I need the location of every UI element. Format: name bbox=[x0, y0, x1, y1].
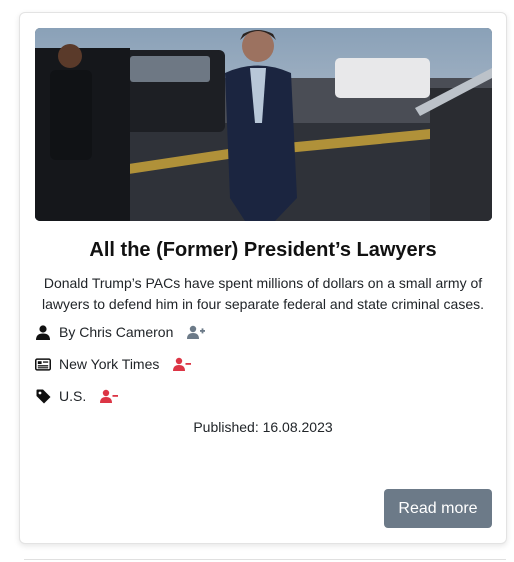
article-title: All the (Former) President’s Lawyers bbox=[89, 239, 437, 261]
category-name: U.S. bbox=[59, 388, 87, 404]
tag-icon bbox=[35, 388, 51, 404]
read-more-button[interactable]: Read more bbox=[384, 489, 492, 528]
author-row: By Chris Cameron bbox=[35, 324, 206, 340]
user-minus-icon[interactable] bbox=[100, 388, 119, 404]
source-name: New York Times bbox=[59, 356, 160, 372]
author-name: By Chris Cameron bbox=[59, 324, 174, 340]
user-plus-icon[interactable] bbox=[187, 324, 206, 340]
article-card: All the (Former) President’s Lawyers Don… bbox=[19, 12, 507, 544]
divider bbox=[24, 559, 506, 560]
category-row: U.S. bbox=[35, 388, 119, 404]
article-image bbox=[35, 28, 492, 221]
user-icon bbox=[35, 324, 51, 340]
user-minus-icon[interactable] bbox=[173, 356, 192, 372]
newspaper-icon bbox=[35, 356, 51, 372]
source-row: New York Times bbox=[35, 356, 192, 372]
article-description: Donald Trump’s PACs have spent millions … bbox=[42, 275, 485, 312]
published-date: Published: 16.08.2023 bbox=[193, 419, 333, 435]
